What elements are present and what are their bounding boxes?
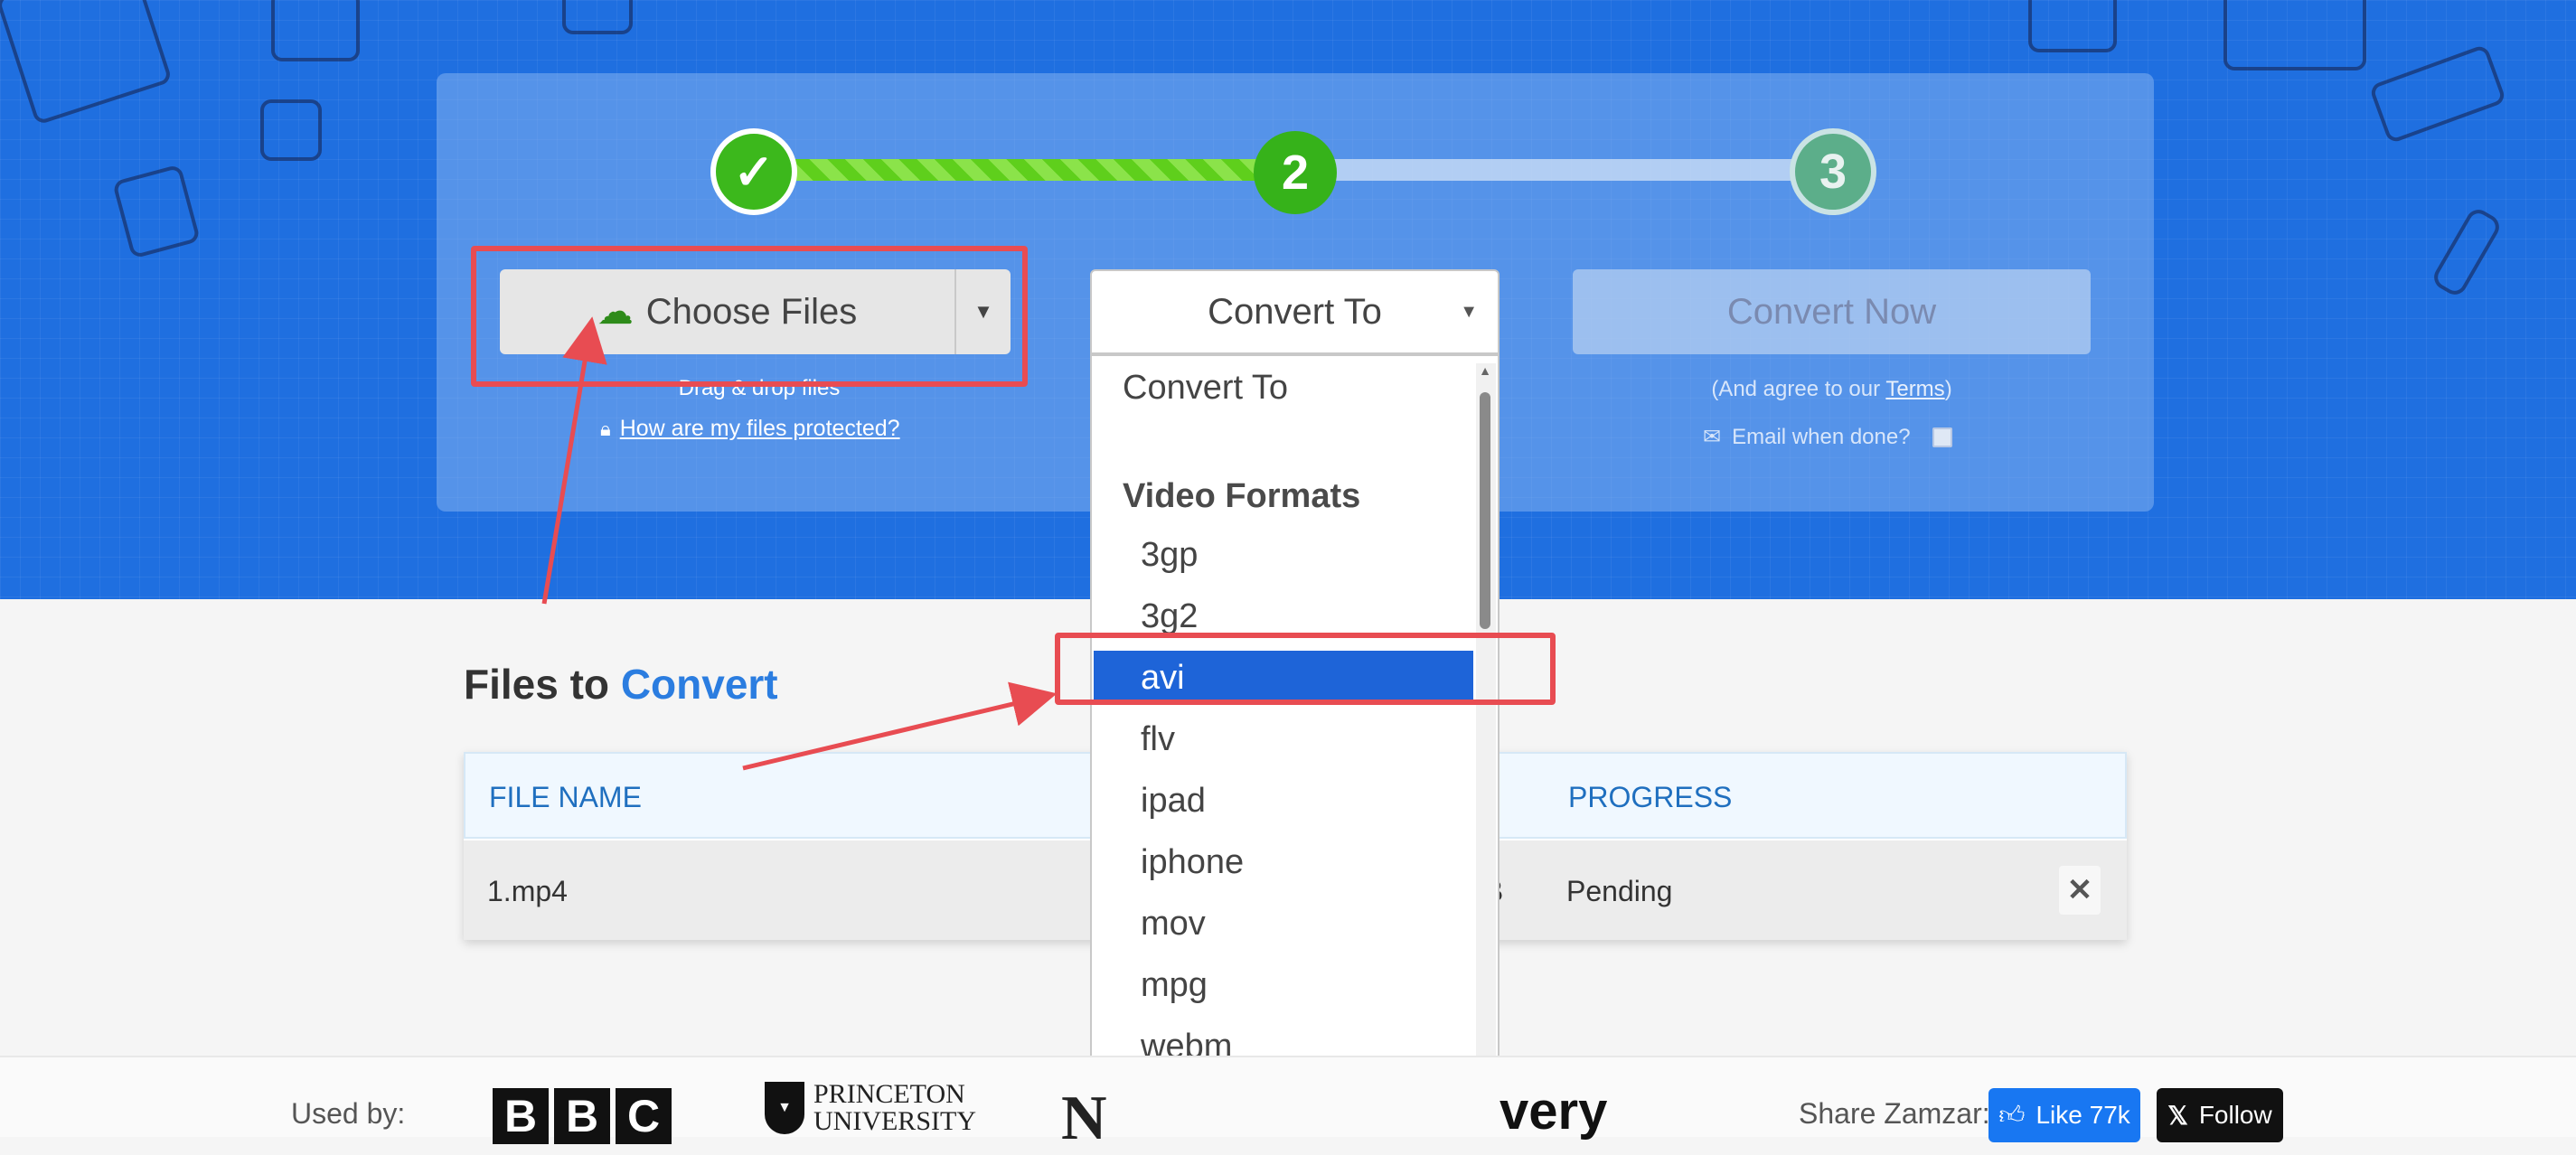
princeton-shield-icon: ▼ [765,1082,804,1134]
convert-now-button[interactable]: Convert Now [1573,269,2091,354]
dropdown-option-mpg[interactable]: mpg [1094,958,1473,1012]
dropdown-option-placeholder[interactable]: Convert To [1094,356,1473,419]
thumbs-up-icon: 👍︎ [1998,1101,2026,1129]
caret-down-icon: ▼ [1460,301,1478,322]
column-progress: PROGRESS [1568,781,1733,813]
x-follow-button[interactable]: 𝕏 Follow [2157,1088,2283,1142]
agree-prefix: (And agree to our [1711,377,1886,401]
step-3-indicator: 3 [1790,128,1876,215]
progress-cell: Pending [1566,875,1673,907]
terms-agreement: (And agree to our Terms) [1573,377,2091,402]
terms-link[interactable]: Terms [1885,377,1944,401]
video-doodle-icon [271,0,360,61]
dropdown-option-ipad[interactable]: ipad [1094,774,1473,828]
discovery-logo: very [1500,1082,1608,1141]
n-partial-logo: N [1061,1084,1107,1153]
dropdown-option-3gp[interactable]: 3gp [1094,528,1473,582]
princeton-line1: PRINCETON [813,1079,965,1109]
convert-to-dropdown-list[interactable]: Convert To Video Formats 3gp 3g2 avi flv ipa… [1090,354,1500,1135]
file-name-cell: 1.mp4 [487,875,568,907]
dropdown-group-video-formats: Video Formats [1123,477,1361,515]
file-doodle-icon [260,99,322,161]
x-logo-icon: 𝕏 [2167,1101,2188,1130]
bbc-letter: C [616,1088,672,1144]
files-to-convert-title: Files to Convert [464,660,778,709]
convert-to-select[interactable]: Convert To ▼ [1090,269,1500,354]
dropdown-scroll-thumb[interactable] [1480,392,1490,629]
step-2-indicator: 2 [1254,131,1337,214]
step-progress-done [777,159,1283,181]
ruler-doodle-icon [2368,43,2507,145]
documents-doodle-icon [2028,0,2117,52]
princeton-line2: UNIVERSITY [813,1106,976,1136]
archive-doodle-icon [111,164,202,259]
princeton-logo: ▼ PRINCETON UNIVERSITY [765,1081,976,1135]
title-accent: Convert [620,661,778,708]
files-protected-link[interactable]: 🔒︎ How are my files protected? [600,416,900,442]
envelope-icon: ✉ [1703,425,1722,449]
column-file-name: FILE NAME [489,781,642,813]
step-progress-pending [1293,159,1817,181]
email-when-done-label: Email when done? [1732,424,1911,449]
wrench-doodle-icon [2430,205,2504,299]
share-zamzar-label: Share Zamzar: [1799,1097,1990,1130]
email-when-done-row: ✉ Email when done? [1703,424,1952,450]
lock-icon: 🔒︎ [600,417,611,440]
like-label: Like 77k [2035,1101,2130,1129]
laptop-doodle-icon [2223,0,2366,70]
dropdown-option-flv[interactable]: flv [1094,712,1473,766]
annotation-box-choose-files [471,246,1028,387]
step-1-complete-icon: ✓ [710,128,797,215]
follow-label: Follow [2198,1101,2272,1129]
agree-suffix: ) [1944,377,1952,401]
annotation-box-avi-option [1055,633,1556,705]
close-icon: ✕ [2066,873,2093,907]
bbc-letter: B [554,1088,610,1144]
cad-doodle-icon [0,0,174,126]
bbc-logo: B B C [493,1088,672,1144]
facebook-like-button[interactable]: 👍︎ Like 77k [1988,1088,2140,1142]
bbc-letter: B [493,1088,549,1144]
email-when-done-checkbox[interactable] [1932,427,1952,447]
image-doodle-icon [562,0,633,34]
used-by-label: Used by: [291,1097,406,1130]
dropdown-option-mov[interactable]: mov [1094,897,1473,951]
scroll-up-arrow-icon[interactable]: ▲ [1479,363,1491,378]
files-protected-link-text[interactable]: How are my files protected? [620,416,900,442]
title-prefix: Files to [464,661,610,708]
remove-file-button[interactable]: ✕ [2059,866,2101,915]
convert-to-label: Convert To [1208,291,1382,332]
dropdown-option-iphone[interactable]: iphone [1094,835,1473,889]
